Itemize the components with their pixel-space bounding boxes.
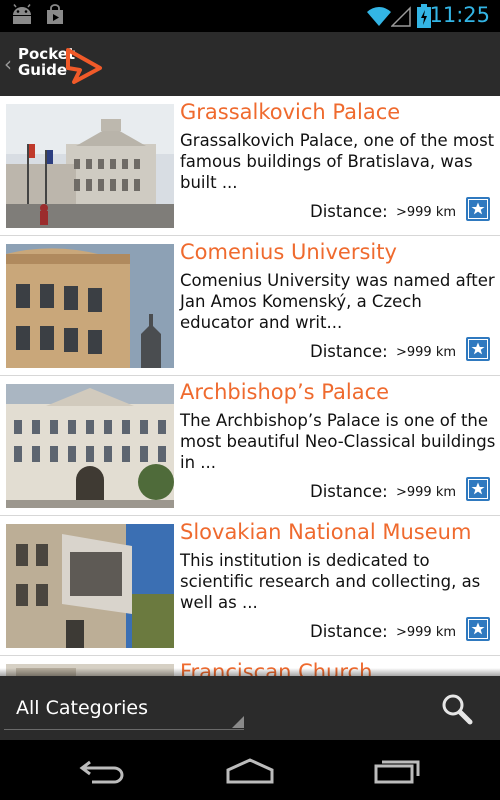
status-bar: 11:25	[0, 0, 500, 32]
android-icon	[13, 4, 31, 24]
list-item[interactable]: Grassalkovich Palace Grassalkovich Palac…	[0, 96, 500, 236]
wifi-icon	[367, 7, 391, 26]
play-store-icon	[47, 4, 63, 24]
favorite-star-button[interactable]	[466, 477, 490, 501]
clock: 11:25	[429, 3, 490, 27]
place-title[interactable]: Archbishop’s Palace	[180, 380, 389, 404]
dropdown-indicator-icon	[232, 716, 244, 728]
nav-home-button[interactable]	[220, 754, 280, 786]
nav-recents-button[interactable]	[366, 754, 426, 786]
place-thumbnail	[6, 104, 174, 228]
star-icon	[469, 340, 487, 358]
place-thumbnail	[6, 384, 174, 508]
recent-apps-icon	[374, 760, 420, 784]
distance-value: >999 km	[396, 205, 457, 220]
distance-label: Distance:	[310, 622, 388, 641]
place-description: Grassalkovich Palace, one of the most fa…	[180, 131, 495, 192]
action-bar: ‹ Pocket Guide	[0, 32, 500, 96]
place-thumbnail	[6, 524, 174, 648]
distance-value: >999 km	[396, 485, 457, 500]
favorite-star-button[interactable]	[466, 617, 490, 641]
logo-arrow-icon	[66, 48, 102, 84]
list-item[interactable]: Comenius University Comenius University …	[0, 236, 500, 376]
favorite-star-button[interactable]	[466, 337, 490, 361]
search-icon	[442, 694, 473, 725]
places-list[interactable]: Grassalkovich Palace Grassalkovich Palac…	[0, 96, 500, 676]
home-icon	[226, 758, 274, 784]
up-navigation-icon[interactable]: ‹	[4, 52, 12, 76]
search-button[interactable]	[438, 692, 478, 728]
back-icon	[79, 760, 124, 784]
star-icon	[469, 200, 487, 218]
star-icon	[469, 620, 487, 638]
distance-value: >999 km	[396, 345, 457, 360]
star-icon	[469, 480, 487, 498]
favorite-star-button[interactable]	[466, 197, 490, 221]
place-description: This institution is dedicated to scienti…	[180, 551, 481, 612]
signal-icon	[391, 6, 411, 27]
distance-label: Distance:	[310, 342, 388, 361]
bottom-bar: All Categories	[0, 668, 500, 740]
distance-value: >999 km	[396, 625, 457, 640]
place-title[interactable]: Grassalkovich Palace	[180, 100, 400, 124]
place-title[interactable]: Comenius University	[180, 240, 397, 264]
category-dropdown[interactable]: All Categories	[4, 690, 244, 730]
place-thumbnail	[6, 244, 174, 368]
category-selected-label: All Categories	[16, 697, 149, 719]
list-item[interactable]: Archbishop’s Palace The Archbishop’s Pal…	[0, 376, 500, 516]
place-description: The Archbishop’s Palace is one of the mo…	[180, 411, 496, 472]
app-logo[interactable]: Pocket Guide	[18, 46, 108, 86]
place-title[interactable]: Slovakian National Museum	[180, 520, 471, 544]
list-item[interactable]: Slovakian National Museum This instituti…	[0, 516, 500, 656]
distance-label: Distance:	[310, 482, 388, 501]
place-description: Comenius University was named after Jan …	[180, 271, 495, 332]
distance-label: Distance:	[310, 202, 388, 221]
system-nav-bar	[0, 740, 500, 800]
nav-back-button[interactable]	[74, 754, 134, 786]
